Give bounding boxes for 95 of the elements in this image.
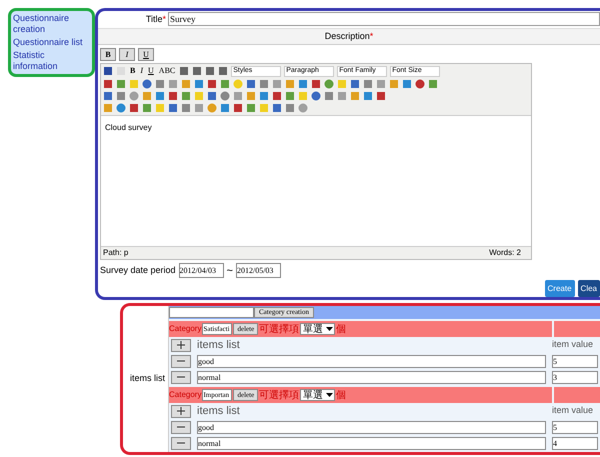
square-icon[interactable] (103, 66, 113, 76)
plus-icon (177, 341, 185, 349)
remove-button[interactable] (171, 354, 191, 368)
circle-icon[interactable] (324, 78, 334, 89)
square-icon[interactable] (272, 90, 282, 101)
toolbar-button[interactable]: U (147, 66, 155, 76)
square-icon[interactable] (103, 78, 113, 89)
remove-button[interactable] (171, 436, 191, 450)
sidebar-link[interactable]: Questionnaire list (13, 37, 90, 48)
square-icon[interactable] (155, 90, 165, 101)
square-icon[interactable] (207, 90, 217, 101)
editor-path: Path: p (103, 246, 128, 258)
square-icon[interactable] (116, 90, 126, 101)
table-cell (554, 321, 600, 337)
format-button[interactable]: U (138, 48, 154, 61)
circle-icon[interactable] (298, 102, 308, 113)
date-field[interactable]: 2012/04/03 (178, 263, 224, 278)
section-label: items list (130, 372, 165, 386)
word-count: Words: 2 (489, 246, 521, 258)
square-icon[interactable] (350, 78, 360, 89)
toolbar-button[interactable]: ABC (158, 66, 176, 76)
option-dropdown[interactable]: 單選 (300, 389, 336, 401)
remove-button[interactable] (171, 420, 191, 434)
item-value-field[interactable]: 4 (552, 436, 598, 450)
column-header: items list (197, 404, 241, 419)
square-icon[interactable] (402, 78, 412, 89)
editor-text: Cloud survey (104, 122, 153, 134)
circle-icon[interactable] (129, 90, 139, 101)
circle-icon[interactable] (220, 90, 230, 101)
square-icon[interactable] (168, 102, 178, 113)
add-button[interactable] (171, 404, 191, 418)
option-dropdown[interactable]: 單選 (300, 323, 336, 335)
toolbar-button[interactable]: I (139, 66, 144, 76)
column-header: items list (197, 338, 241, 353)
format-button[interactable]: B (100, 48, 116, 61)
circle-icon[interactable] (142, 78, 152, 89)
square-icon[interactable] (272, 102, 282, 113)
square-icon[interactable] (363, 78, 373, 89)
square-icon[interactable] (233, 102, 243, 113)
remove-button[interactable] (171, 370, 191, 384)
form-button[interactable]: Create (544, 280, 575, 297)
square-icon[interactable] (259, 90, 269, 101)
square-icon[interactable] (311, 78, 321, 89)
column-header: item value (552, 338, 594, 352)
form-button[interactable]: Clea (578, 280, 600, 297)
square-icon[interactable] (155, 78, 165, 89)
format-button[interactable]: I (119, 48, 135, 61)
square-icon[interactable] (324, 90, 334, 101)
field-label: Survey date period (100, 264, 176, 277)
title-field[interactable]: Survey (168, 12, 600, 26)
circle-icon[interactable] (311, 90, 321, 101)
table-cell (554, 387, 600, 403)
square-icon[interactable] (205, 66, 216, 76)
category-label: Category (169, 323, 202, 335)
sidebar-link[interactable]: Statistic information (13, 50, 90, 72)
column-header: item value (552, 404, 594, 418)
date-field[interactable]: 2012/05/03 (236, 263, 281, 278)
circle-icon[interactable] (116, 102, 126, 113)
add-button[interactable] (171, 338, 191, 352)
square-icon[interactable] (259, 78, 269, 89)
unit-label: 個 (336, 322, 346, 336)
input-field[interactable] (169, 307, 254, 318)
item-value-field[interactable]: 5 (552, 354, 598, 368)
date-separator: ~ (226, 264, 233, 278)
option-label: 可選擇項 (259, 388, 300, 402)
square-icon[interactable] (220, 102, 230, 113)
square-icon[interactable] (218, 66, 228, 76)
item-name-field[interactable]: good (197, 354, 546, 368)
square-icon[interactable] (181, 102, 191, 113)
item-name-field[interactable]: normal (197, 370, 546, 384)
square-icon[interactable] (246, 78, 256, 89)
field-label: Title* (146, 14, 166, 24)
square-icon[interactable] (192, 66, 202, 76)
plus-icon (177, 407, 185, 415)
toolbar-button[interactable]: B (129, 66, 136, 76)
square-icon[interactable] (285, 102, 295, 113)
field-label: Description* (324, 30, 374, 43)
option-label: 可選擇項 (259, 322, 300, 336)
square-icon[interactable] (179, 66, 190, 76)
category-label: Category (169, 389, 202, 401)
item-value-field[interactable]: 3 (552, 370, 598, 384)
square-icon[interactable] (103, 90, 113, 101)
circle-icon[interactable] (415, 78, 425, 89)
unit-label: 個 (336, 388, 346, 402)
square-icon[interactable] (194, 78, 204, 89)
square-icon[interactable] (207, 78, 217, 89)
item-name-field[interactable]: good (197, 420, 546, 434)
square-icon[interactable] (363, 90, 373, 101)
square-icon[interactable] (168, 90, 178, 101)
item-name-field[interactable]: normal (197, 436, 546, 450)
square-icon[interactable] (376, 90, 386, 101)
sidebar-link[interactable]: Questionnaire creation (13, 13, 90, 35)
square-icon[interactable] (129, 102, 139, 113)
item-value-field[interactable]: 5 (552, 420, 598, 434)
square-icon[interactable] (298, 78, 308, 89)
